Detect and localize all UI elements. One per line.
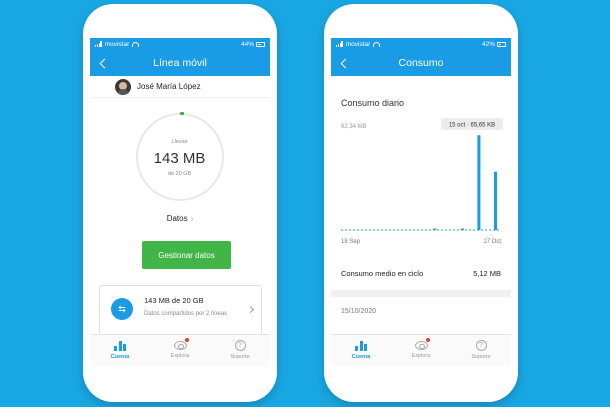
section-divider [331, 290, 511, 297]
tab-cuenta[interactable]: Cuenta [331, 335, 391, 366]
usage-ring-label: Llevas [171, 139, 188, 145]
back-button[interactable] [96, 55, 110, 71]
tab-bar: Cuenta Explora ? Soporte [331, 334, 511, 366]
section-title: Consumo diario [341, 98, 405, 108]
daily-consumption-chart[interactable]: 82,34 MB 18 Sep 17 Oct 15 oct · 65,65 KB [331, 113, 511, 248]
nav-bar: Consumo [331, 50, 511, 76]
tab-explora[interactable]: Explora [150, 335, 210, 366]
tab-explora[interactable]: Explora [391, 335, 451, 366]
datos-link[interactable]: Datos › [90, 214, 270, 223]
consumption-screen: movistar 42% Consumo Consumo diario 82,3… [331, 38, 511, 366]
x-end-label: 17 Oct [483, 239, 501, 245]
chart-tooltip: 15 oct · 65,65 KB [441, 118, 503, 130]
avatar [115, 78, 131, 95]
status-bar: movistar 44% [90, 38, 270, 50]
nav-bar: Línea móvil [90, 50, 270, 76]
chart-bar-16-oct[interactable] [494, 171, 497, 230]
shared-data-description: Datos compartidos por 2 líneas [144, 311, 228, 317]
notification-badge [426, 338, 430, 342]
eye-icon [173, 341, 187, 350]
battery-icon [497, 41, 506, 47]
tab-soporte[interactable]: ? Soporte [210, 335, 270, 366]
chevron-right-icon [246, 305, 255, 314]
eye-icon [414, 341, 428, 350]
chevron-left-icon [99, 58, 110, 68]
y-max-label: 82,34 MB [341, 124, 367, 130]
account-screen: movistar 44% Línea móvil José María Lópe… [90, 38, 270, 366]
tab-label: Explora [411, 353, 431, 359]
tab-label: Explora [170, 353, 190, 359]
carrier-name: movistar [345, 40, 371, 48]
average-label: Consumo medio en ciclo [341, 268, 424, 278]
chart-bar-5-oct[interactable] [433, 228, 437, 231]
manage-data-button[interactable]: Gestionar datos [142, 241, 231, 269]
carrier-name: movistar [104, 40, 130, 48]
bar-chart-icon [355, 340, 367, 351]
tab-label: Cuenta [351, 354, 371, 360]
chevron-left-icon [340, 58, 351, 68]
right-phone: movistar 42% Consumo Consumo diario 82,3… [324, 4, 518, 402]
user-name: José María López [137, 82, 201, 91]
usage-ring-progress [180, 112, 184, 115]
chart-bar-10-oct[interactable] [460, 228, 464, 231]
page-title: Consumo [398, 57, 444, 69]
date-heading: 15/10/2020 [341, 308, 377, 315]
left-phone: movistar 44% Línea móvil José María Lópe… [83, 4, 277, 402]
usage-ring-amount: 143 MB [153, 150, 206, 167]
battery-percent: 42% [481, 40, 495, 48]
wifi-icon [132, 41, 140, 47]
status-bar: movistar 42% [331, 38, 511, 50]
tab-bar: Cuenta Explora ? Soporte [90, 334, 270, 366]
back-button[interactable] [337, 55, 351, 71]
usage-ring: Llevas 143 MB de 20 GB [136, 112, 224, 201]
average-consumption-row: Consumo medio en ciclo 5,12 MB [331, 256, 511, 290]
user-row[interactable]: José María López [90, 76, 270, 98]
tab-label: Soporte [230, 354, 250, 360]
chevron-right-icon: › [190, 214, 194, 223]
chart-bars [433, 135, 497, 230]
signal-icon [336, 41, 343, 47]
usage-ring-sub: de 20 GB [167, 171, 192, 177]
shared-lines-icon: ⇆ [111, 298, 133, 320]
tab-label: Soporte [471, 354, 491, 360]
average-value: 5,12 MB [473, 268, 501, 278]
chart-bar-13-oct[interactable] [477, 135, 481, 230]
tab-label: Cuenta [110, 354, 130, 360]
help-icon: ? [234, 340, 246, 351]
tooltip-text: 15 oct · 65,65 KB [449, 123, 495, 129]
datos-link-label: Datos [166, 214, 188, 223]
signal-icon [95, 41, 102, 47]
bar-chart-icon [114, 340, 126, 351]
tab-cuenta[interactable]: Cuenta [90, 335, 150, 366]
wifi-icon [373, 41, 381, 47]
battery-icon [256, 41, 265, 47]
shared-data-title: 143 MB de 20 GB [144, 296, 204, 305]
tab-soporte[interactable]: ? Soporte [451, 335, 511, 366]
x-start-label: 18 Sep [341, 239, 361, 245]
page-title: Línea móvil [153, 57, 207, 69]
battery-percent: 44% [240, 40, 254, 48]
help-icon: ? [475, 340, 487, 351]
notification-badge [185, 338, 189, 342]
